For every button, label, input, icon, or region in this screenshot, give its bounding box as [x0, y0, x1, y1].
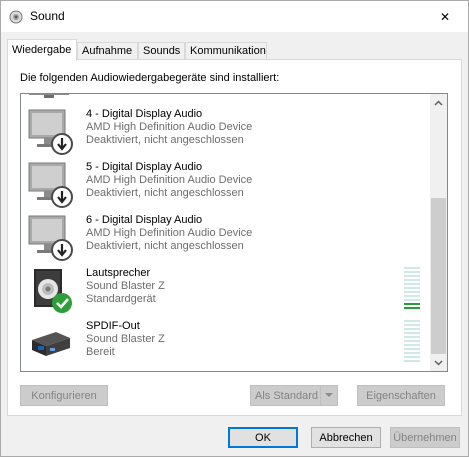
monitor-icon: [28, 162, 73, 208]
set-default-dropdown[interactable]: [320, 386, 337, 405]
meter-segment: [404, 275, 420, 277]
chevron-down-icon: [325, 393, 333, 397]
set-default-label: Als Standard: [255, 389, 318, 402]
meter-segment: [404, 344, 420, 346]
device-status: Bereit: [86, 346, 115, 358]
meter-segment: [404, 267, 420, 269]
meter-segment: [404, 303, 420, 305]
meter-segment: [404, 324, 420, 326]
window-title: Sound: [30, 9, 65, 23]
scroll-thumb[interactable]: [431, 198, 446, 354]
device-description: AMD High Definition Audio Device: [86, 121, 253, 133]
device-description: Sound Blaster Z: [86, 333, 165, 345]
level-meter: [404, 267, 420, 311]
instruction-label: Die folgenden Audiowiedergabegeräte sind…: [20, 72, 280, 84]
properties-button[interactable]: Eigenschaften: [357, 385, 445, 406]
meter-segment: [404, 348, 420, 350]
chevron-down-icon: [434, 359, 443, 366]
title-bar[interactable]: Sound ✕: [1, 1, 468, 32]
device-description: AMD High Definition Audio Device: [86, 174, 253, 186]
device-status: Deaktiviert, nicht angeschlossen: [86, 134, 244, 146]
device-status: Deaktiviert, nicht angeschlossen: [86, 240, 244, 252]
ok-button[interactable]: OK: [228, 427, 298, 448]
device-description: AMD High Definition Audio Device: [86, 227, 253, 239]
device-name: 4 - Digital Display Audio: [86, 108, 203, 120]
meter-segment: [404, 320, 420, 322]
device-status: Standardgerät: [86, 293, 156, 305]
speaker-app-icon: [9, 10, 23, 24]
device-name: 5 - Digital Display Audio: [86, 161, 203, 173]
configure-button[interactable]: Konfigurieren: [20, 385, 108, 406]
meter-segment: [404, 328, 420, 330]
spdif-icon: [32, 332, 70, 356]
apply-button[interactable]: Übernehmen: [390, 427, 460, 448]
list-item[interactable]: 6 - Digital Display Audio AMD High Defin…: [21, 212, 429, 265]
meter-segment: [404, 356, 420, 358]
tab-wiedergabe[interactable]: Wiedergabe: [7, 39, 77, 61]
device-description: Sound Blaster Z: [86, 280, 165, 292]
meter-segment: [404, 279, 420, 281]
scroll-up-button[interactable]: [430, 94, 447, 111]
cancel-button[interactable]: Abbrechen: [311, 427, 381, 448]
device-status: Deaktiviert, nicht angeschlossen: [86, 187, 244, 199]
meter-segment: [404, 340, 420, 342]
level-meter: [404, 320, 420, 364]
scroll-down-button[interactable]: [430, 354, 447, 371]
list-item[interactable]: Lautsprecher Sound Blaster Z Standardger…: [21, 265, 429, 318]
meter-segment: [404, 307, 420, 309]
list-item[interactable]: 5 - Digital Display Audio AMD High Defin…: [21, 159, 429, 212]
monitor-icon: [28, 109, 73, 155]
meter-segment: [404, 336, 420, 338]
meter-segment: [404, 332, 420, 334]
sound-dialog: Sound ✕ Wiedergabe Aufnahme Sounds Kommu…: [0, 0, 469, 457]
meter-segment: [404, 295, 420, 297]
partial-device-icon: [29, 94, 69, 98]
monitor-icon: [28, 215, 73, 261]
meter-segment: [404, 299, 420, 301]
tab-sounds[interactable]: Sounds: [138, 42, 185, 60]
list-item[interactable]: SPDIF-Out Sound Blaster Z Bereit: [21, 318, 429, 371]
vertical-scrollbar[interactable]: [430, 94, 447, 371]
set-default-button[interactable]: Als Standard: [250, 385, 338, 406]
meter-segment: [404, 360, 420, 362]
list-item[interactable]: 4 - Digital Display Audio AMD High Defin…: [21, 106, 429, 159]
meter-segment: [404, 283, 420, 285]
close-button[interactable]: ✕: [422, 1, 468, 32]
chevron-up-icon: [434, 99, 443, 106]
device-name: Lautsprecher: [86, 267, 151, 279]
close-icon: ✕: [439, 9, 451, 24]
device-name: 6 - Digital Display Audio: [86, 214, 203, 226]
tab-aufnahme[interactable]: Aufnahme: [77, 42, 138, 60]
meter-segment: [404, 291, 420, 293]
device-name: SPDIF-Out: [86, 320, 140, 332]
meter-segment: [404, 287, 420, 289]
default-check-badge: [52, 293, 72, 313]
tab-kommunikation[interactable]: Kommunikation: [185, 42, 267, 60]
meter-segment: [404, 271, 420, 273]
speaker-icon: [34, 269, 72, 313]
device-list[interactable]: 4 - Digital Display Audio AMD High Defin…: [20, 93, 448, 372]
meter-segment: [404, 352, 420, 354]
